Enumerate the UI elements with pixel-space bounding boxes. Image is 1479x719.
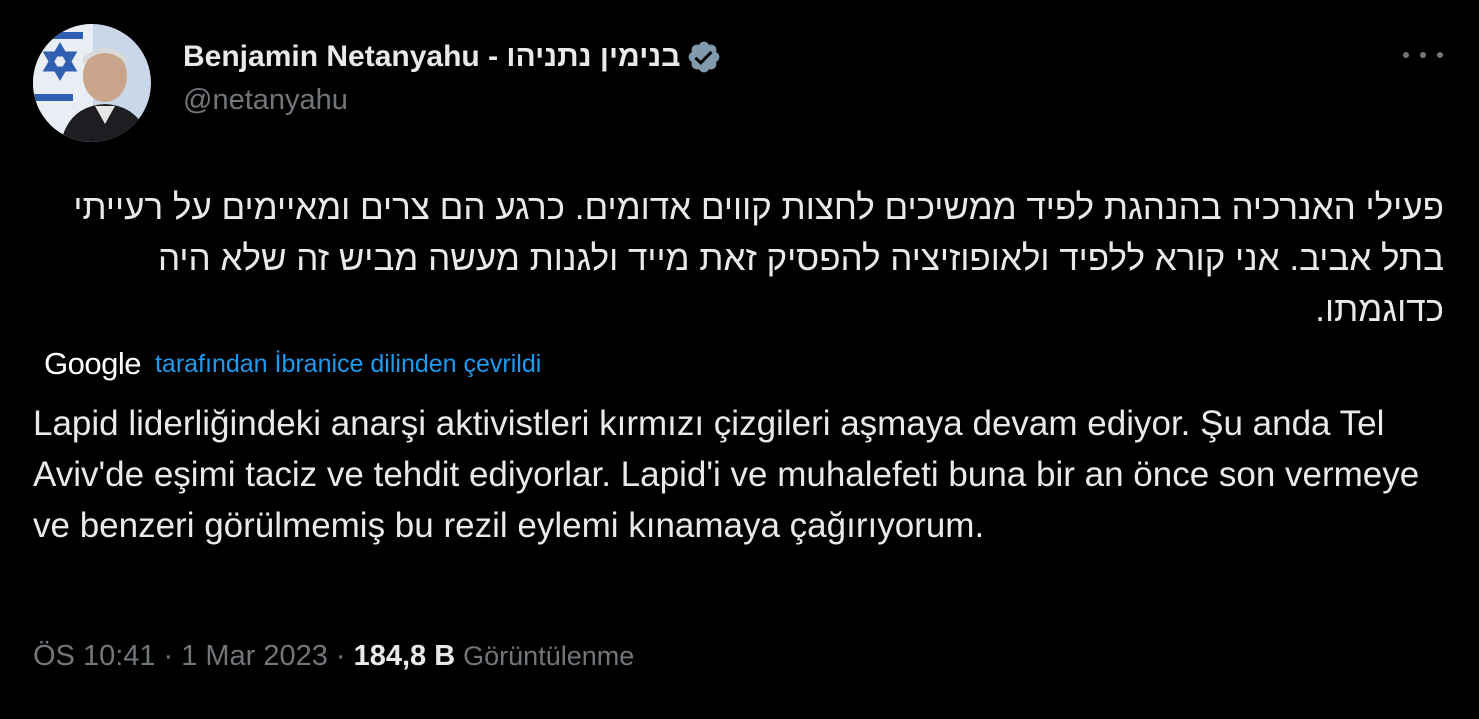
more-dot	[1403, 52, 1409, 58]
avatar-image	[33, 24, 151, 142]
google-logo: Google	[44, 346, 141, 381]
views-label: Görüntülenme	[463, 641, 635, 671]
verified-badge-icon	[686, 39, 722, 75]
meta-separator: ·	[163, 640, 174, 672]
tweet-date[interactable]: 1 Mar 2023	[181, 640, 328, 673]
avatar[interactable]	[33, 24, 151, 142]
tweet-time[interactable]: ÖS 10:41	[33, 640, 156, 673]
translation-attribution: Google tarafından İbranice dilinden çevr…	[44, 342, 541, 386]
author-handle[interactable]: @netanyahu	[183, 84, 722, 117]
tweet-card: Benjamin Netanyahu - בנימין נתניהו @neta…	[0, 0, 1479, 719]
author-name-row[interactable]: Benjamin Netanyahu - בנימין נתניהו	[183, 36, 722, 78]
views-count: 184,8 B	[353, 640, 456, 672]
translation-source-link[interactable]: tarafından İbranice dilinden çevrildi	[155, 350, 541, 379]
more-dot	[1420, 52, 1426, 58]
more-options-icon[interactable]	[1403, 40, 1443, 70]
author-info: Benjamin Netanyahu - בנימין נתניהו @neta…	[183, 36, 722, 117]
meta-separator: ·	[335, 640, 346, 672]
tweet-original-text: פעילי האנרכיה בהנהגת לפיד ממשיכים לחצות …	[73, 188, 1444, 329]
tweet-translated-text: Lapid liderliğindeki anarşi aktivistleri…	[33, 404, 1420, 545]
author-display-name[interactable]: Benjamin Netanyahu - בנימין נתניהו	[183, 40, 680, 74]
tweet-meta: ÖS 10:41 · 1 Mar 2023 · 184,8 B Görüntül…	[33, 640, 634, 673]
more-dot	[1437, 52, 1443, 58]
